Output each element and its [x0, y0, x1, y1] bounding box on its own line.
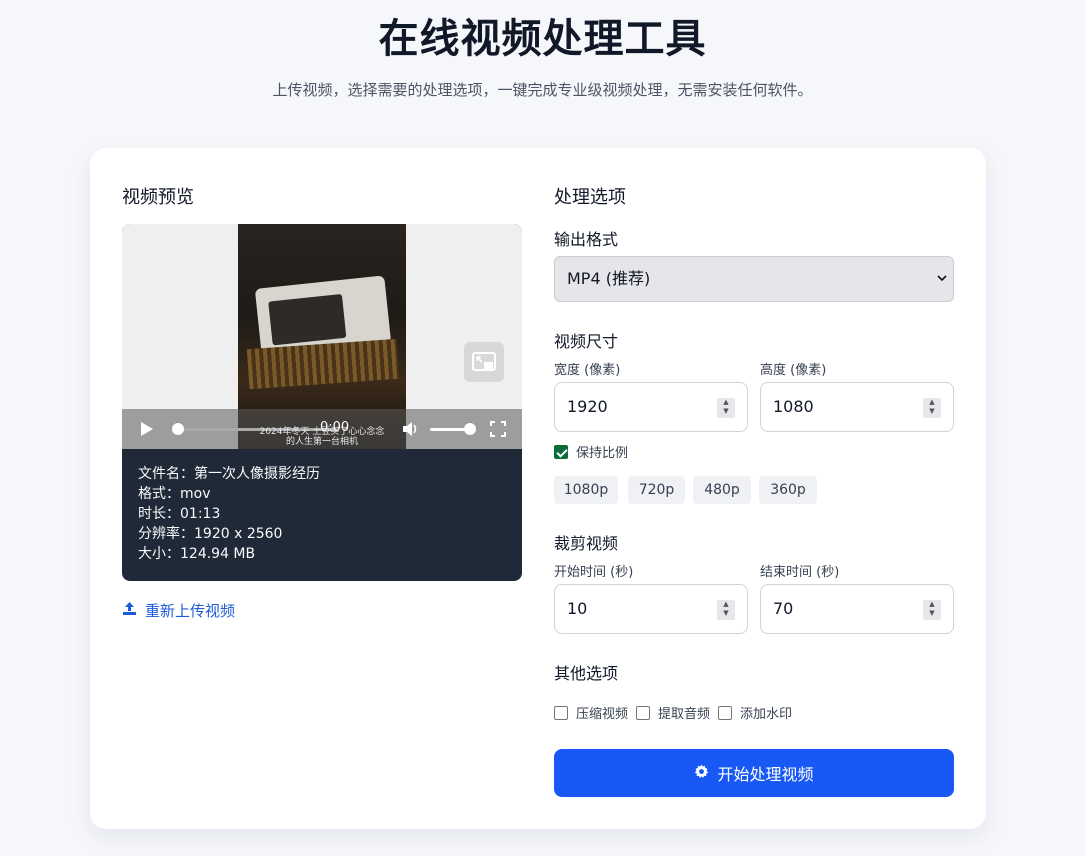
watermark-checkbox[interactable] — [718, 705, 733, 720]
info-format: 格式：mov — [138, 486, 211, 502]
width-value: 1920 — [567, 397, 608, 416]
reupload-label: 重新上传视频 — [145, 602, 236, 620]
page-subtitle: 上传视频，选择需要的处理选项，一键完成专业级视频处理，无需安装任何软件。 — [272, 81, 813, 99]
video-caption: 2024年冬天 土豆买了心心念念 的人生第一台相机 — [238, 427, 406, 447]
preset-1080p[interactable]: 1080p — [554, 476, 618, 504]
width-stepper[interactable]: ▲ ▼ — [717, 398, 735, 418]
output-format-value: MP4 (推荐) — [567, 269, 651, 288]
end-time-input[interactable]: 70 ▲ ▼ — [760, 584, 954, 634]
compress-label: 压缩视频 — [576, 707, 629, 722]
output-format-select[interactable]: MP4 (推荐) — [554, 256, 954, 302]
info-resolution: 分辨率：1920 x 2560 — [138, 526, 283, 542]
info-filename: 文件名：第一次人像摄影经历 — [138, 466, 320, 482]
keep-ratio-row[interactable]: 保持比例 — [554, 442, 628, 461]
compress-checkbox[interactable] — [554, 705, 568, 720]
volume-knob[interactable] — [464, 423, 476, 435]
info-size: 大小：124.94 MB — [138, 546, 256, 562]
preset-480p[interactable]: 480p — [693, 476, 751, 504]
chevron-down-icon — [937, 257, 947, 320]
video-area[interactable]: 0:00 2024年冬天 土豆买了心心念念 的人生第一台相机 — [122, 224, 522, 449]
start-time-value: 10 — [567, 599, 588, 618]
caption-line: 的人生第一台相机 — [285, 437, 358, 447]
output-format-label: 输出格式 — [554, 230, 619, 249]
extract-audio-checkbox[interactable] — [636, 705, 651, 720]
extract-audio-label: 提取音频 — [658, 707, 711, 722]
reupload-button[interactable]: 重新上传视频 — [122, 600, 235, 621]
start-process-button[interactable]: 开始处理视频 — [554, 749, 954, 797]
start-process-label: 开始处理视频 — [717, 765, 814, 784]
end-time-stepper[interactable]: ▲ ▼ — [923, 600, 941, 620]
upload-icon — [122, 601, 137, 620]
preset-360p[interactable]: 360p — [759, 476, 817, 504]
height-value: 1080 — [773, 397, 814, 416]
width-input[interactable]: 1920 ▲ ▼ — [554, 382, 748, 432]
preset-720p[interactable]: 720p — [628, 476, 685, 504]
keep-ratio-label: 保持比例 — [576, 446, 629, 461]
info-duration: 时长：01:13 — [138, 506, 221, 522]
start-time-stepper[interactable]: ▲ ▼ — [717, 600, 735, 620]
progress-knob[interactable] — [172, 423, 184, 435]
other-options-label: 其他选项 — [554, 664, 619, 683]
height-input[interactable]: 1080 ▲ ▼ — [760, 382, 954, 432]
options-heading: 处理选项 — [554, 187, 626, 208]
start-time-label: 开始时间 (秒) — [554, 565, 634, 580]
keep-ratio-checkbox[interactable] — [554, 444, 568, 459]
video-info: 文件名：第一次人像摄影经历 格式：mov 时长：01:13 分辨率：1920 x… — [138, 464, 320, 564]
trim-label: 裁剪视频 — [554, 534, 619, 553]
end-time-label: 结束时间 (秒) — [760, 565, 840, 580]
gear-icon — [694, 763, 709, 783]
picture-in-picture-icon[interactable] — [464, 342, 504, 382]
width-label: 宽度 (像素) — [554, 363, 621, 378]
watermark-label: 添加水印 — [740, 707, 793, 722]
end-time-value: 70 — [773, 599, 794, 618]
page-title: 在线视频处理工具 — [378, 16, 707, 62]
main-card: 视频预览 0:00 2024年冬天 土豆买了心心念念 的人生第一台相机 文件名：… — [90, 148, 986, 829]
video-player[interactable]: 0:00 2024年冬天 土豆买了心心念念 的人生第一台相机 文件名：第一次人像… — [122, 224, 522, 581]
preview-heading: 视频预览 — [122, 187, 194, 208]
fullscreen-icon[interactable] — [490, 421, 506, 441]
height-stepper[interactable]: ▲ ▼ — [923, 398, 941, 418]
start-time-input[interactable]: 10 ▲ ▼ — [554, 584, 748, 634]
caption-line: 2024年冬天 土豆买了心心念念 — [259, 427, 385, 437]
play-icon[interactable] — [140, 421, 154, 441]
video-size-label: 视频尺寸 — [554, 332, 619, 351]
other-options-row: 压缩视频 提取音频 添加水印 — [554, 703, 792, 722]
height-label: 高度 (像素) — [760, 363, 827, 378]
